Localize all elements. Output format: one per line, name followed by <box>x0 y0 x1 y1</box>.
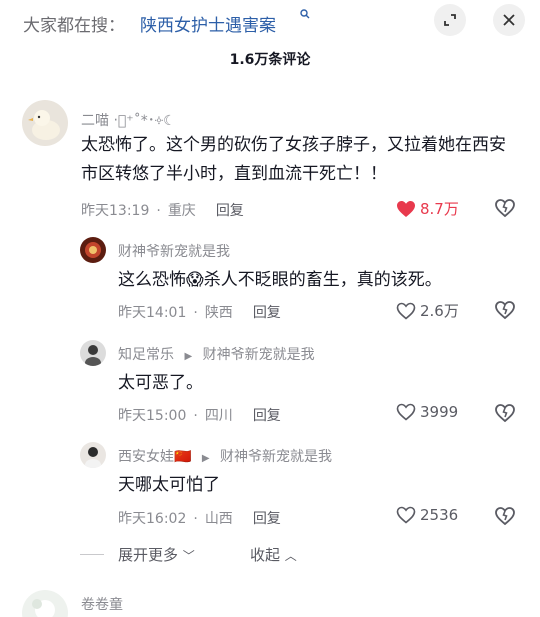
comment-time: 昨天13:19 <box>81 203 150 219</box>
search-prefix: 大家都在搜： <box>23 16 125 36</box>
comment-location: 重庆 <box>167 203 196 219</box>
reply-time: 昨天16:02 <box>118 511 187 527</box>
avatar[interactable] <box>22 100 68 146</box>
comment-text: 太恐怖了。这个男的砍伤了女孩子脖子，又拉着她在西安市区转悠了半小时，直到血流干死… <box>81 135 506 184</box>
reply-target[interactable]: 财神爷新宠就是我 <box>203 347 315 363</box>
like-count: 3999 <box>420 403 459 421</box>
chevron-down-icon: ﹀ <box>182 549 195 563</box>
reply-button[interactable]: 回复 <box>253 305 281 321</box>
avatar[interactable] <box>80 340 106 366</box>
reply-header: 知足常乐 ▶ 财神爷新宠就是我 <box>118 344 315 364</box>
avatar[interactable] <box>80 442 106 468</box>
reply-text: 太可恶了。 <box>118 373 203 393</box>
reply-location: 陕西 <box>204 305 233 321</box>
like-button[interactable]: 2536 <box>396 506 458 524</box>
reply-target[interactable]: 财神爷新宠就是我 <box>220 449 332 465</box>
expand-more-button[interactable]: 展开更多 ﹀ <box>118 544 195 565</box>
dislike-icon[interactable] <box>494 198 516 222</box>
heart-filled-icon <box>397 200 415 217</box>
reply-button[interactable]: 回复 <box>216 203 244 219</box>
reply-meta: 昨天15:00 · 四川 回复 <box>118 408 281 424</box>
expand-icon[interactable] <box>434 4 466 36</box>
reply-location: 山西 <box>204 511 233 527</box>
reply-arrow-icon: ▶ <box>201 453 210 464</box>
like-button[interactable]: 2.6万 <box>396 300 459 321</box>
avatar[interactable] <box>80 237 106 263</box>
reply-text: 这么恐怖😱杀人不眨眼的畜生，真的该死。 <box>118 270 442 290</box>
dislike-icon[interactable] <box>494 506 516 530</box>
dislike-icon[interactable] <box>494 300 516 324</box>
like-count: 2.6万 <box>420 302 459 320</box>
like-count: 2536 <box>420 506 459 524</box>
reply-text: 天哪太可怕了 <box>118 475 220 495</box>
reply-author[interactable]: 知足常乐 <box>118 347 174 363</box>
search-header: 大家都在搜： 陕西女护士遇害案 <box>0 0 540 44</box>
chevron-up-icon: ︿ <box>284 549 297 563</box>
divider-line <box>80 554 104 555</box>
search-query-link[interactable]: 陕西女护士遇害案 <box>140 11 276 36</box>
like-button[interactable]: 8.7万 <box>396 198 459 219</box>
reply-time: 昨天14:01 <box>118 305 187 321</box>
heart-outline-icon <box>396 506 416 524</box>
reply-button[interactable]: 回复 <box>253 408 281 424</box>
reply-time: 昨天15:00 <box>118 408 187 424</box>
heart-outline-icon <box>396 302 416 320</box>
like-count: 8.7万 <box>420 200 459 218</box>
reply-author[interactable]: 财神爷新宠就是我 <box>118 241 230 261</box>
dislike-icon[interactable] <box>494 403 516 427</box>
reply-header: 西安女娃🇨🇳 ▶ 财神爷新宠就是我 <box>118 446 332 466</box>
comment-meta: 昨天13:19 · 重庆 回复 <box>81 203 244 219</box>
search-icon <box>300 8 310 22</box>
thread-controls: 展开更多 ﹀ 收起 ︿ <box>80 544 480 566</box>
reply-author[interactable]: 西安女娃🇨🇳 <box>118 449 191 465</box>
collapse-button[interactable]: 收起 ︿ <box>250 544 297 565</box>
reply-location: 四川 <box>204 408 233 424</box>
like-button[interactable]: 3999 <box>396 403 458 421</box>
reply-meta: 昨天16:02 · 山西 回复 <box>118 511 281 527</box>
avatar[interactable] <box>22 590 68 617</box>
reply-button[interactable]: 回复 <box>253 511 281 527</box>
heart-outline-icon <box>396 403 416 421</box>
reply-arrow-icon: ▶ <box>184 351 193 362</box>
close-icon[interactable] <box>493 4 525 36</box>
comment-author[interactable]: 卷卷童 <box>81 594 123 614</box>
reply-meta: 昨天14:01 · 陕西 回复 <box>118 305 281 321</box>
comment-count-title: 1.6万条评论 <box>229 52 311 68</box>
